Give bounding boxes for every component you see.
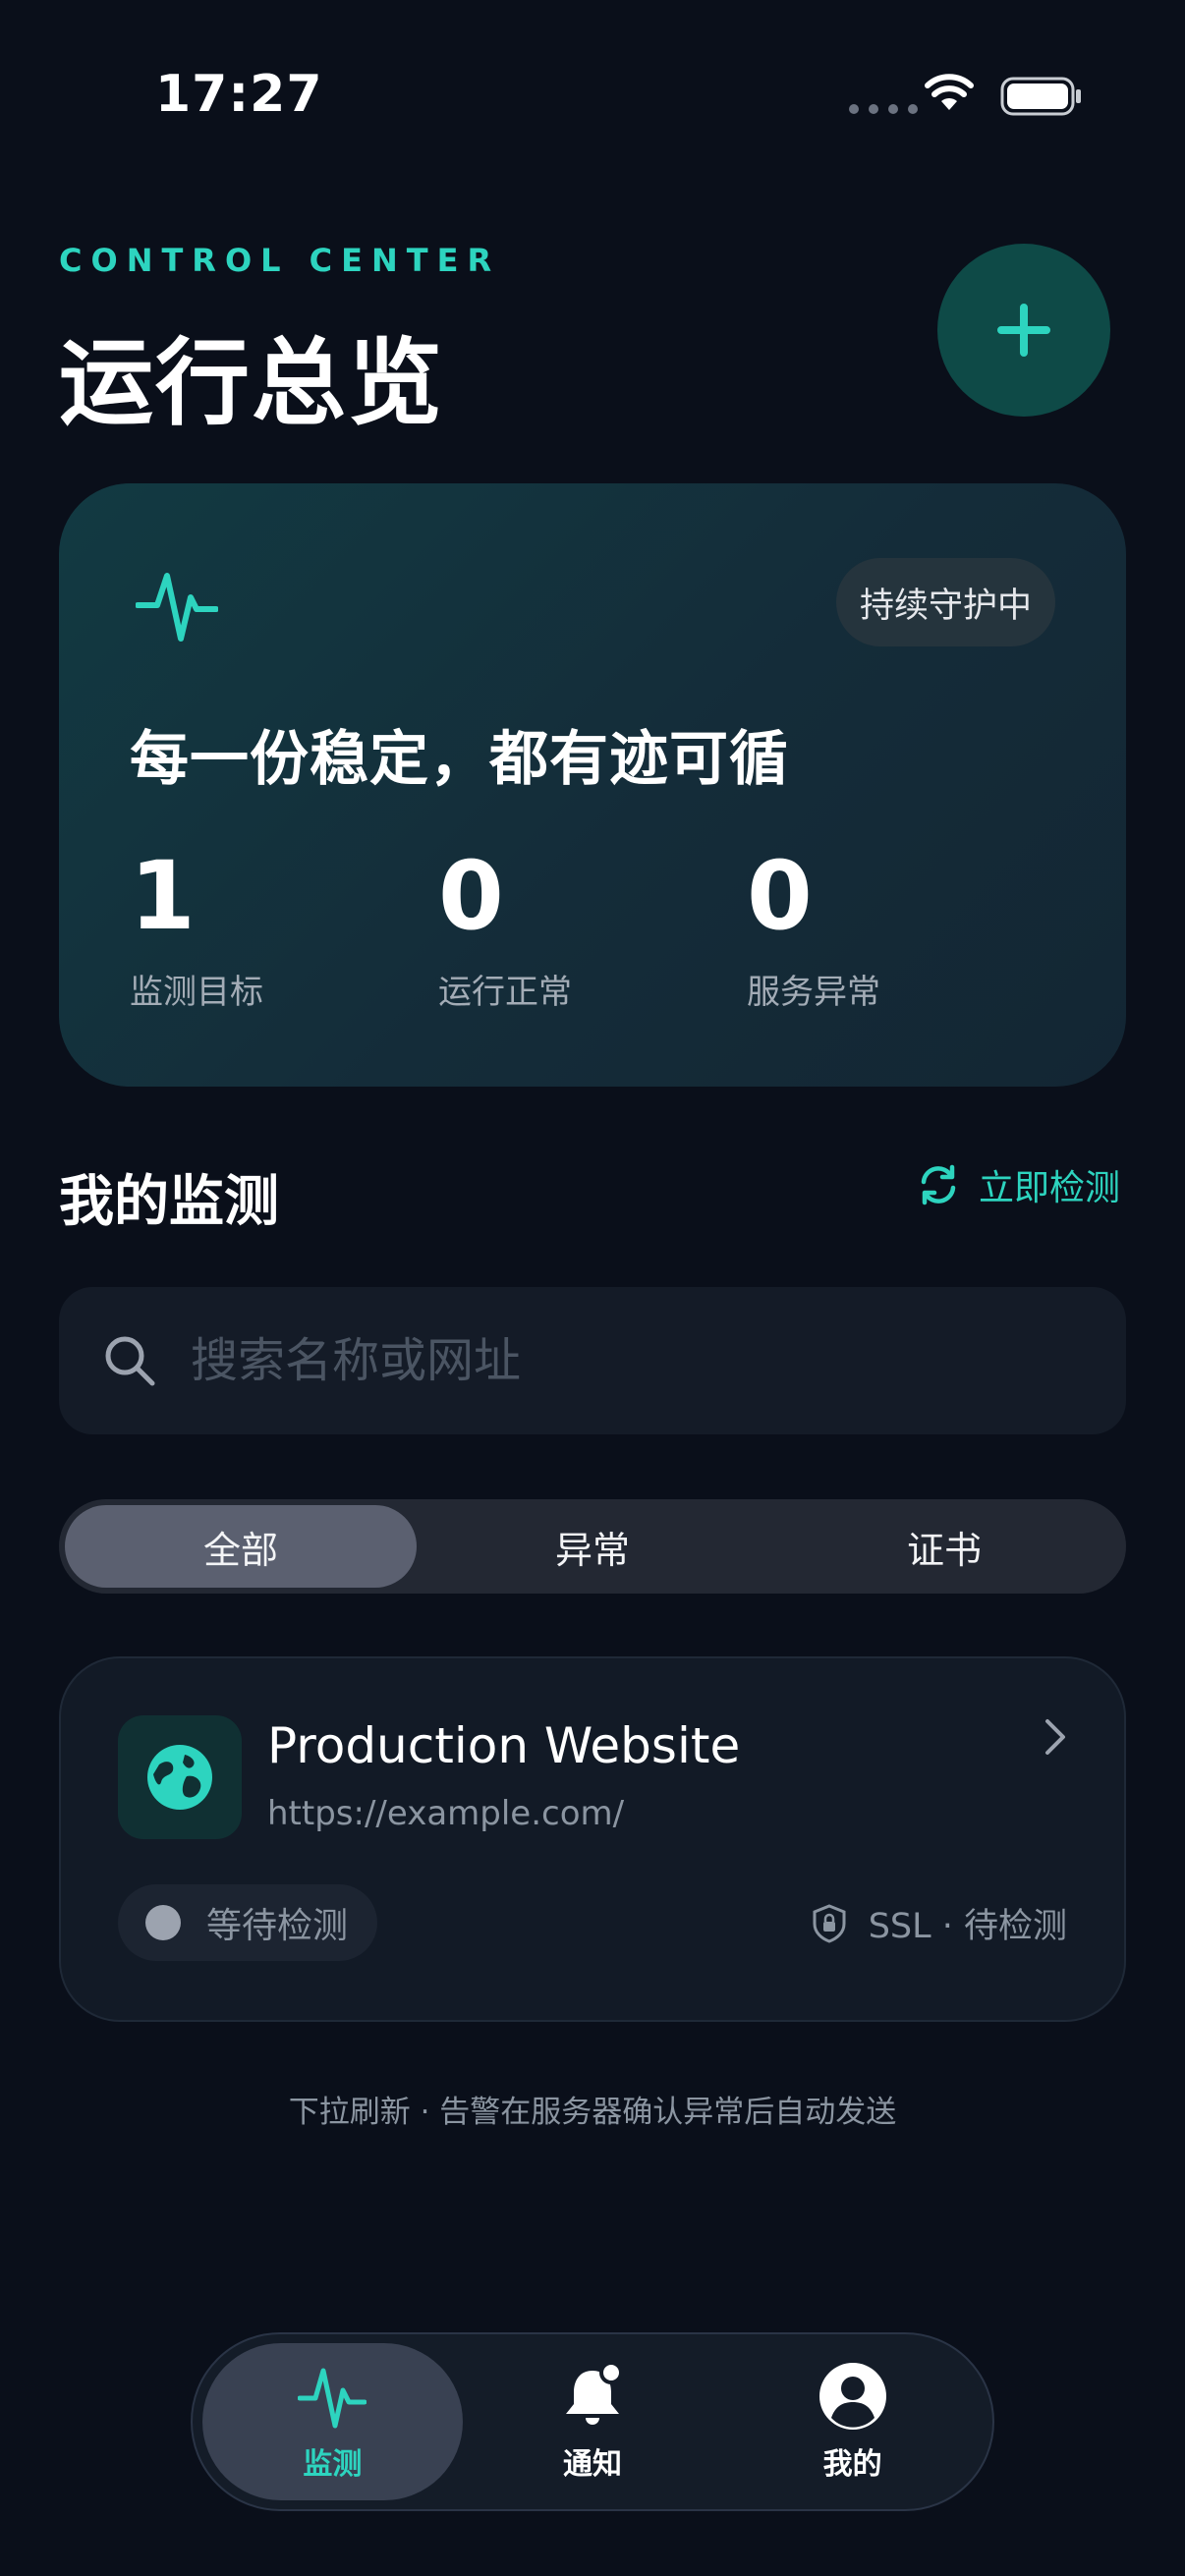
search-bar[interactable] — [59, 1287, 1126, 1434]
nav-profile[interactable]: 我的 — [722, 2343, 983, 2500]
check-now-button[interactable]: 立即检测 — [916, 1159, 1120, 1210]
pulse-icon — [135, 560, 219, 652]
user-icon — [818, 2363, 886, 2430]
site-avatar — [118, 1715, 242, 1839]
stat-value: 0 — [438, 841, 504, 951]
cellular-signal-icon — [849, 104, 918, 114]
nav-label: 我的 — [822, 2447, 882, 2482]
tab-errors[interactable]: 异常 — [417, 1505, 768, 1588]
search-input[interactable] — [191, 1333, 1075, 1388]
status-text: 等待检测 — [206, 1906, 349, 1946]
status-badge: 持续守护中 — [835, 558, 1055, 646]
monitor-name: Production Website — [267, 1717, 741, 1774]
ssl-status: SSL · 待检测 — [812, 1898, 1067, 1948]
footnote: 下拉刷新 · 告警在服务器确认异常后自动发送 — [288, 2095, 897, 2130]
chevron-right-icon — [1040, 1715, 1069, 1763]
shield-lock-icon — [813, 1903, 846, 1943]
stat-errors: 0 服务异常 — [747, 847, 880, 1013]
search-icon — [105, 1336, 155, 1386]
tab-certificates[interactable]: 证书 — [768, 1505, 1120, 1588]
battery-icon — [1000, 77, 1083, 120]
stat-label: 运行正常 — [438, 973, 572, 1012]
stat-label: 服务异常 — [747, 973, 880, 1012]
pulse-icon — [298, 2368, 367, 2429]
eyebrow-label: CONTROL CENTER — [59, 242, 501, 279]
monitor-card[interactable]: Production Website https://example.com/ … — [59, 1656, 1126, 2022]
nav-notifications[interactable]: 通知 — [463, 2343, 723, 2500]
bell-icon — [566, 2361, 623, 2425]
stat-label: 监测目标 — [130, 973, 263, 1012]
stat-value: 0 — [747, 841, 813, 951]
plus-icon — [997, 304, 1050, 357]
globe-icon — [147, 1745, 212, 1810]
check-now-label: 立即检测 — [979, 1168, 1121, 1208]
overview-card: 持续守护中 每一份稳定，都有迹可循 1 监测目标 0 运行正常 0 服务异常 — [59, 483, 1126, 1087]
stat-healthy: 0 运行正常 — [438, 847, 572, 1013]
add-monitor-button[interactable] — [937, 244, 1110, 417]
bottom-nav: 监测 通知 我的 — [191, 2332, 994, 2511]
nav-label: 监测 — [303, 2447, 363, 2482]
status-time: 17:27 — [155, 65, 323, 124]
nav-monitor[interactable]: 监测 — [202, 2343, 463, 2500]
nav-label: 通知 — [563, 2447, 622, 2482]
ssl-text: SSL · 待检测 — [868, 1907, 1067, 1946]
monitor-url: https://example.com/ — [267, 1794, 625, 1833]
monitor-status: 等待检测 — [118, 1884, 378, 1961]
page-title: 运行总览 — [59, 328, 444, 438]
tab-all[interactable]: 全部 — [65, 1505, 417, 1588]
stat-value: 1 — [130, 841, 196, 951]
stat-targets: 1 监测目标 — [130, 847, 263, 1013]
filter-tabs: 全部 异常 证书 — [59, 1499, 1126, 1594]
hero-slogan: 每一份稳定，都有迹可循 — [130, 725, 789, 794]
status-dot — [145, 1905, 181, 1940]
refresh-icon — [921, 1164, 956, 1205]
wifi-icon — [924, 73, 975, 116]
section-title: 我的监测 — [59, 1170, 279, 1234]
